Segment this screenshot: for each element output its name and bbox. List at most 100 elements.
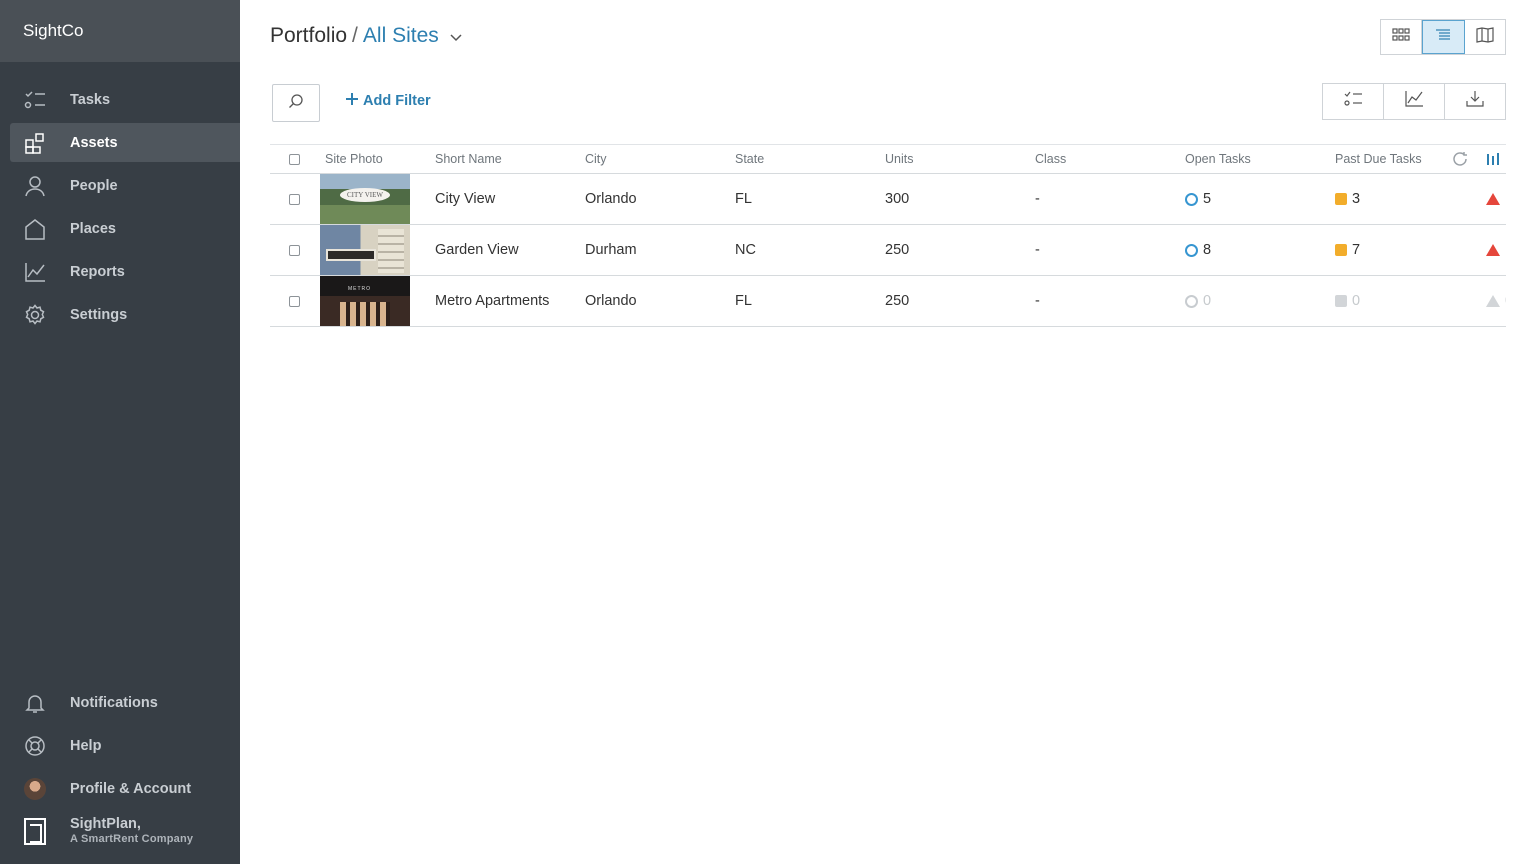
cell-open-tasks[interactable]: 8 bbox=[1185, 225, 1211, 275]
photo-entrance bbox=[340, 302, 390, 326]
breadcrumb: Portfolio / All Sites bbox=[270, 24, 462, 48]
table-row[interactable]: CITY VIEW City View Orlando FL 300 - 5 3… bbox=[270, 174, 1506, 225]
photo-sign-text: METRO bbox=[348, 286, 372, 292]
cell-past-due-tasks[interactable]: 3 bbox=[1335, 174, 1360, 224]
add-filter-label: Add Filter bbox=[363, 93, 431, 109]
past-due-square-icon bbox=[1335, 244, 1347, 256]
view-mode-toggle bbox=[1380, 19, 1506, 55]
cell-class: - bbox=[1035, 191, 1040, 207]
cell-state: FL bbox=[735, 293, 752, 309]
sidebar-item-label: Profile & Account bbox=[70, 780, 192, 797]
refresh-icon[interactable] bbox=[1452, 145, 1470, 173]
breadcrumb-separator: / bbox=[352, 24, 358, 47]
cell-class: - bbox=[1035, 293, 1040, 309]
sidebar-item-tasks[interactable]: Tasks bbox=[10, 80, 240, 119]
search-button[interactable] bbox=[272, 84, 320, 122]
cell-alerts[interactable]: 1 bbox=[1486, 225, 1506, 275]
sidebar: SightCo Tasks Assets People Places Repor… bbox=[0, 0, 240, 864]
cell-short-name[interactable]: Garden View bbox=[435, 225, 519, 275]
cell-past-due-tasks[interactable]: 7 bbox=[1335, 225, 1360, 275]
house-icon bbox=[23, 218, 47, 240]
column-header-city[interactable]: City bbox=[585, 145, 607, 173]
chart-icon bbox=[1404, 90, 1424, 113]
cell-past-due-tasks[interactable]: 0 bbox=[1335, 276, 1360, 326]
alerts-count: 1 bbox=[1505, 242, 1506, 258]
chart-icon bbox=[23, 261, 47, 283]
open-task-circle-icon bbox=[1185, 243, 1198, 257]
add-filter-button[interactable]: Add Filter bbox=[346, 93, 431, 109]
cell-state: FL bbox=[735, 191, 752, 207]
alert-triangle-icon bbox=[1486, 193, 1500, 205]
site-selector[interactable]: All Sites bbox=[363, 24, 439, 48]
company-footer: SightPlan, A SmartRent Company bbox=[24, 816, 240, 850]
cell-short-name[interactable]: City View bbox=[435, 174, 495, 224]
photo-sign-board bbox=[326, 249, 376, 261]
alerts-count: 1 bbox=[1505, 191, 1506, 207]
company-tagline: A SmartRent Company bbox=[70, 833, 194, 845]
table-row[interactable]: METRO Metro Apartments Orlando FL 250 - … bbox=[270, 276, 1506, 327]
cell-alerts[interactable]: 0 bbox=[1486, 276, 1506, 326]
map-icon bbox=[1476, 26, 1494, 48]
site-photo bbox=[320, 225, 410, 275]
download-button[interactable] bbox=[1445, 84, 1505, 119]
list-view-button[interactable] bbox=[1422, 20, 1465, 54]
cell-city: Orlando bbox=[585, 293, 637, 309]
site-photo: METRO bbox=[320, 276, 410, 326]
sidebar-item-profile[interactable]: Profile & Account bbox=[10, 769, 240, 808]
sidebar-item-help[interactable]: Help bbox=[10, 726, 240, 765]
sidebar-item-assets[interactable]: Assets bbox=[10, 123, 240, 162]
cell-open-tasks[interactable]: 0 bbox=[1185, 276, 1211, 326]
app-name[interactable]: SightCo bbox=[0, 0, 240, 62]
sidebar-item-places[interactable]: Places bbox=[10, 209, 240, 248]
cell-city: Orlando bbox=[585, 191, 637, 207]
sidebar-item-label: Tasks bbox=[70, 91, 111, 108]
search-icon bbox=[288, 93, 304, 114]
column-header-class[interactable]: Class bbox=[1035, 145, 1066, 173]
cell-units: 250 bbox=[885, 293, 910, 309]
sidebar-item-people[interactable]: People bbox=[10, 166, 240, 205]
sidebar-item-notifications[interactable]: Notifications bbox=[10, 683, 240, 722]
sidebar-item-label: Notifications bbox=[70, 694, 158, 711]
cell-city: Durham bbox=[585, 242, 637, 258]
grid-view-button[interactable] bbox=[1381, 20, 1423, 54]
chart-button[interactable] bbox=[1384, 84, 1445, 119]
alert-triangle-icon bbox=[1486, 244, 1500, 256]
grid-icon bbox=[1392, 27, 1410, 48]
cell-alerts[interactable]: 1 bbox=[1486, 174, 1506, 224]
sidebar-bottom-nav: Notifications Help Profile & Account bbox=[0, 683, 240, 812]
past-due-square-icon bbox=[1335, 193, 1347, 205]
column-header-short-name[interactable]: Short Name bbox=[435, 145, 502, 173]
column-header-open-tasks[interactable]: Open Tasks bbox=[1185, 145, 1251, 173]
sidebar-item-settings[interactable]: Settings bbox=[10, 295, 240, 334]
column-header-state[interactable]: State bbox=[735, 145, 764, 173]
assets-icon bbox=[23, 132, 47, 154]
table-tools bbox=[1322, 83, 1506, 120]
cell-short-name[interactable]: Metro Apartments bbox=[435, 276, 549, 326]
gear-icon bbox=[23, 304, 47, 326]
cell-open-tasks[interactable]: 5 bbox=[1185, 174, 1211, 224]
photo-sign-text: CITY VIEW bbox=[340, 188, 390, 202]
sidebar-item-label: Help bbox=[70, 737, 102, 754]
column-settings-icon[interactable] bbox=[1486, 145, 1500, 173]
company-name: SightPlan, bbox=[70, 816, 141, 832]
cell-units: 300 bbox=[885, 191, 910, 207]
column-header-past-due-tasks[interactable]: Past Due Tasks bbox=[1335, 145, 1422, 173]
map-view-button[interactable] bbox=[1465, 20, 1505, 54]
column-header-site-photo[interactable]: Site Photo bbox=[325, 145, 383, 173]
table-row[interactable]: Garden View Durham NC 250 - 8 7 1 bbox=[270, 225, 1506, 276]
checklist-icon bbox=[1343, 90, 1363, 113]
row-checkbox[interactable] bbox=[289, 225, 300, 275]
open-task-circle-icon bbox=[1185, 294, 1198, 308]
row-checkbox[interactable] bbox=[289, 174, 300, 224]
row-checkbox[interactable] bbox=[289, 276, 300, 326]
open-task-circle-icon bbox=[1185, 192, 1198, 206]
past-due-count: 3 bbox=[1352, 191, 1361, 207]
sidebar-item-reports[interactable]: Reports bbox=[10, 252, 240, 291]
bulk-actions-button[interactable] bbox=[1323, 84, 1384, 119]
chevron-down-icon[interactable] bbox=[450, 24, 462, 48]
main-content: Portfolio / All Sites Add Filter Site Ph… bbox=[240, 0, 1536, 864]
sidebar-item-label: Settings bbox=[70, 306, 128, 323]
column-header-units[interactable]: Units bbox=[885, 145, 913, 173]
select-all-checkbox[interactable] bbox=[289, 145, 300, 173]
person-icon bbox=[23, 175, 47, 197]
